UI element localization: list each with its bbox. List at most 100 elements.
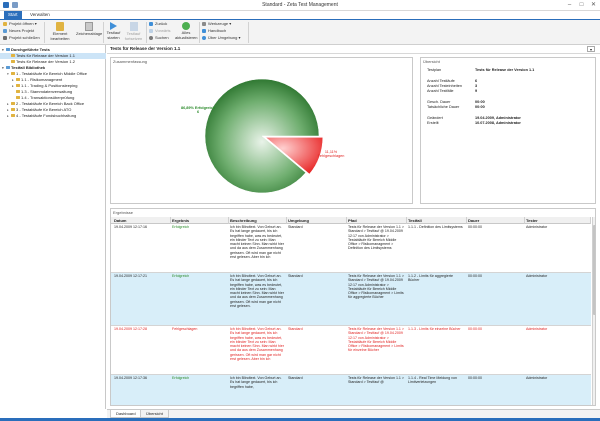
overview-key: Anzahl Testläufe: [427, 78, 455, 83]
folder-open-icon: [3, 21, 7, 26]
table-cell-beschreibung: Ich bin Blindtext. Von Geburt an. Es hat…: [230, 274, 284, 309]
project-tree: ▾ Durchgeführte Tests Tests für Release de…: [0, 45, 106, 409]
column-header[interactable]: Beschreibung: [229, 217, 287, 224]
tree-item-label: 1.1 - Trading & Positionsleeping: [21, 83, 78, 88]
testlauf-fortsetzen-button[interactable]: Testlauf fortsetzen: [123, 22, 144, 41]
table-row[interactable]: 19.04.2009 12:17:16 Erfolgreich Ich bin Bl…: [111, 224, 591, 273]
column-header[interactable]: Ergebnis: [171, 217, 229, 224]
table-cell-tester: Administrator: [526, 274, 548, 278]
overview-key: Testplan: [427, 68, 442, 72]
table-cell-dauer: 00:00:00: [468, 376, 482, 380]
ribbon-separator: [146, 22, 147, 43]
table-cell-beschreibung: Ich bin Blindtext. Von Geburt an. Es hat…: [230, 225, 284, 260]
alles-aktualisieren-button[interactable]: Alles aktualisieren: [175, 22, 197, 40]
testlauf-starten-button[interactable]: Testlauf starten: [105, 22, 122, 40]
content-header: Tests für Release der Version 1.1 ▾: [107, 45, 600, 54]
werkzeuge-button[interactable]: Werkzeuge ▾: [202, 21, 231, 27]
column-header[interactable]: Datum: [113, 217, 171, 224]
table-cell-tester: Administrator: [526, 376, 548, 380]
folder-icon: [6, 47, 10, 52]
projekt-schliessen-button[interactable]: Projekt schließen: [3, 35, 40, 41]
search-icon: [149, 35, 153, 40]
zuruck-button[interactable]: Zurück: [149, 21, 167, 27]
bottom-tabs: Dashboard Übersicht: [107, 409, 600, 418]
tree-item-label: Tests für Release der Version 1.1: [16, 53, 75, 58]
projekt-offnen-button[interactable]: Projekt öffnen ▾: [3, 21, 37, 27]
overview-key: Anzahl Testfälle: [427, 89, 454, 94]
resume-icon: [129, 22, 138, 31]
refresh-icon: [182, 22, 190, 30]
results-table: 19.04.2009 12:17:16 Erfolgreich Ich bin Bl…: [111, 224, 591, 405]
column-header[interactable]: Testfall: [407, 217, 467, 224]
folder-icon: [11, 59, 15, 64]
table-cell-testfall: 1.1.2 - Limits für aggregierte Bücher: [408, 274, 453, 283]
overview-value: Tests für Release der Version 1.1: [475, 68, 535, 72]
table-cell-umgebung: Standard: [288, 225, 303, 229]
overview-value: 6: [475, 78, 478, 83]
ribbon-separator: [248, 22, 249, 43]
play-icon: [110, 22, 117, 30]
ribbon-tabs: Start Verwalten: [0, 11, 600, 19]
help-icon: [202, 28, 206, 33]
expand-icon[interactable]: ▸: [7, 113, 10, 119]
table-row[interactable]: 19.04.2009 12:17:21 Erfolgreich Ich bin Bl…: [111, 273, 591, 326]
table-cell-umgebung: Standard: [288, 376, 303, 380]
folder-icon: [16, 95, 20, 100]
ribbon-separator: [44, 22, 45, 43]
table-cell-pfad: Tests für Release der Version 1.1 > Stan…: [348, 327, 405, 353]
tab-dashboard[interactable]: Dashboard: [110, 410, 142, 418]
table-cell-datum: 19.04.2009 12:17:36: [114, 376, 147, 380]
column-header[interactable]: Umgebung: [287, 217, 347, 224]
suchen-button[interactable]: Suchen: [149, 35, 169, 41]
tab-ubersicht[interactable]: Übersicht: [140, 410, 169, 418]
uber-button[interactable]: Über Umgebung ▾: [202, 35, 240, 41]
tab-verwalten[interactable]: Verwalten: [26, 11, 54, 19]
tree-item-label: 1.1 - Risikomanagment: [21, 77, 63, 82]
ribbon-separator: [199, 22, 200, 43]
tab-start[interactable]: Start: [4, 11, 22, 19]
column-header[interactable]: Dauer: [467, 217, 525, 224]
column-header[interactable]: Pfad: [347, 217, 407, 224]
table-cell-ergebnis: Erfolgreich: [172, 225, 190, 229]
table-row[interactable]: 19.04.2009 12:17:36 Erfolgreich Ich bin Bl…: [111, 375, 591, 405]
tools-icon: [202, 21, 206, 26]
column-header[interactable]: Tester: [525, 217, 591, 224]
pie-chart: [204, 78, 324, 194]
table-cell-tester: Administrator: [526, 225, 548, 229]
overview-value: 10.07.2008, Administrator: [475, 121, 521, 125]
table-cell-dauer: 00:00:00: [468, 327, 482, 331]
maximize-button[interactable]: □: [576, 1, 587, 9]
element-bearbeiten-button[interactable]: Element bearbeiten: [47, 22, 73, 41]
table-cell-dauer: 00:00:00: [468, 225, 482, 229]
tree-item-label: 1.4 - Transaktionsüberprüfung: [21, 95, 75, 100]
minimize-button[interactable]: –: [564, 1, 575, 9]
vorwarts-button[interactable]: Vorwärts: [149, 28, 171, 34]
pie-slice-erfolgreich[interactable]: [204, 78, 320, 194]
table-cell-beschreibung: Ich bin Blindtext. Von Geburt an. Es hat…: [230, 327, 284, 362]
slice-label-fehlgeschlagen: 11,11% Fehlgeschlagen: [317, 150, 345, 158]
tree-item-label: 1.3 - Stammdatenverwaltung: [21, 89, 73, 94]
tree-item-label: 1 - Testabläufe für Bereich Middle Offic…: [16, 71, 87, 76]
table-row[interactable]: 19.04.2009 12:17:28 Fehlgeschlagen Ich bin…: [111, 326, 591, 375]
neues-projekt-button[interactable]: Neues Projekt: [3, 28, 34, 34]
scrollbar-thumb[interactable]: [593, 225, 595, 315]
overview-value: 19.04.2009, Administrator: [475, 115, 521, 120]
overview-key: Anzahl Testeinheiten: [427, 83, 462, 88]
overview-label: Übersicht: [423, 59, 440, 64]
tree-item-label: Tests für Release der Version 1.2: [16, 59, 75, 64]
collapse-button[interactable]: ▾: [587, 46, 595, 52]
forward-icon: [149, 28, 153, 33]
table-cell-ergebnis: Erfolgreich: [172, 376, 190, 380]
table-cell-ergebnis: Erfolgreich: [172, 274, 190, 278]
overview-key: Erstellt: [427, 121, 439, 125]
close-button[interactable]: ✕: [588, 1, 599, 9]
window-title: Standard - Zeta Test Management: [262, 2, 338, 8]
folder-icon: [11, 107, 15, 112]
results-panel: Ergebnisse Datum Ergebnis Beschreibung Umge…: [110, 208, 596, 406]
folder-icon: [11, 113, 15, 118]
tree-item[interactable]: ▸ 4 - Testabläufe Fondsbuchhaltung: [0, 113, 106, 119]
handbuch-button[interactable]: Handbuch: [202, 28, 226, 34]
title-bar: Standard - Zeta Test Management – □ ✕: [0, 0, 600, 11]
folder-icon: [16, 83, 20, 88]
zeichenablage-button[interactable]: Zeichenablage: [76, 22, 102, 37]
